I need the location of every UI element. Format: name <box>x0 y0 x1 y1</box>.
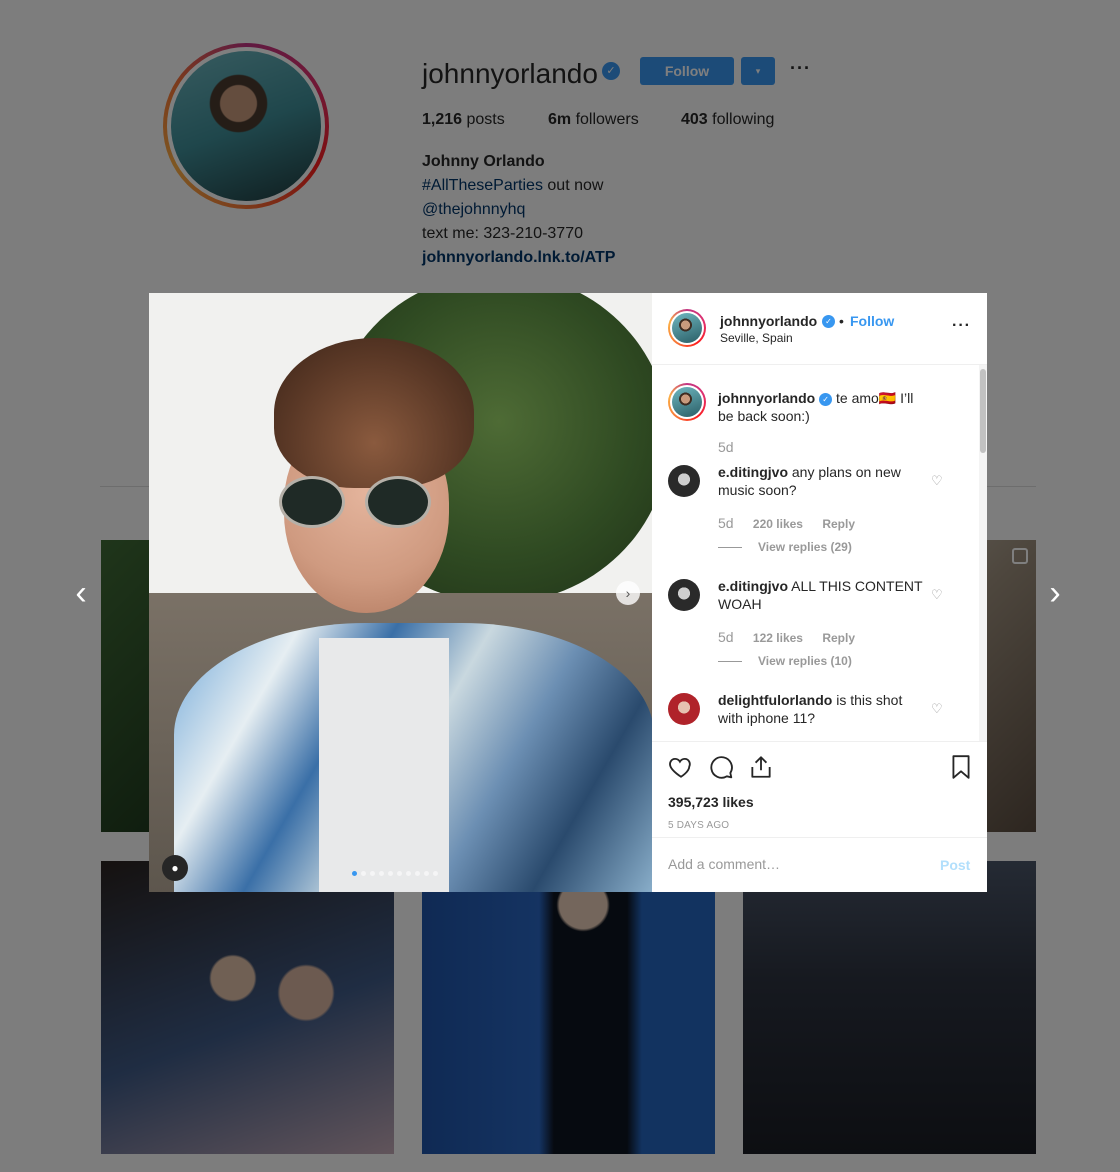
like-heart-icon[interactable] <box>668 754 694 780</box>
tagged-user-icon[interactable]: ● <box>162 855 188 881</box>
comment-meta: 5d 122 likes Reply <box>718 629 855 645</box>
reply-button[interactable]: Reply <box>822 517 855 531</box>
next-post-arrow-icon[interactable]: › <box>1040 576 1070 610</box>
carousel-dot <box>397 871 402 876</box>
commenter-avatar[interactable] <box>668 465 700 497</box>
commenter-avatar[interactable] <box>668 579 700 611</box>
separator-bullet: • <box>839 313 844 329</box>
carousel-dot <box>370 871 375 876</box>
verified-badge-icon: ✓ <box>819 392 833 406</box>
commenter-username[interactable]: e.ditingjvo <box>718 578 788 594</box>
post-comment-button[interactable]: Post <box>940 857 970 873</box>
post-actions: 395,723 likes 5 DAYS AGO <box>652 741 987 837</box>
commenter-username[interactable]: delightfulorlando <box>718 692 832 708</box>
comment-text: e.ditingjvo any plans on new music soon? <box>718 464 901 498</box>
reply-button[interactable]: Reply <box>822 631 855 645</box>
caption-username[interactable]: johnnyorlando <box>718 390 815 406</box>
caption-text: johnnyorlando ✓ te amo🇪🇸 I’ll be back so… <box>718 390 914 424</box>
share-icon[interactable] <box>748 754 774 780</box>
comment-text: delightfulorlando is this shot with ipho… <box>718 692 903 726</box>
carousel-dot <box>379 871 384 876</box>
comment-likes[interactable]: 220 likes <box>753 517 803 531</box>
comments-list: johnnyorlando ✓ te amo🇪🇸 I’ll be back so… <box>652 365 987 741</box>
previous-post-arrow-icon[interactable]: ‹ <box>66 576 96 610</box>
carousel-dot <box>433 871 438 876</box>
post-location[interactable]: Seville, Spain <box>720 331 793 345</box>
post-image[interactable]: › ● <box>149 293 652 892</box>
add-comment-input[interactable] <box>668 856 908 872</box>
comment-bubble-icon[interactable] <box>708 754 734 780</box>
like-comment-heart-icon[interactable]: ♡ <box>931 587 943 603</box>
carousel-indicator <box>352 871 438 876</box>
add-comment-bar: Post <box>652 837 987 892</box>
caption-meta: 5d <box>718 439 734 455</box>
carousel-dot <box>361 871 366 876</box>
commenter-avatar[interactable] <box>668 383 706 421</box>
post-modal: › ● johnnyorlando ✓ • Follow Seville, Sp… <box>149 293 987 892</box>
likes-count[interactable]: 395,723 likes <box>668 794 754 810</box>
comment-meta: 5d 220 likes Reply <box>718 515 855 531</box>
verified-badge-icon: ✓ <box>822 315 835 328</box>
post-timestamp: 5 DAYS AGO <box>668 820 730 831</box>
author-avatar[interactable] <box>668 309 706 347</box>
carousel-dot <box>352 871 357 876</box>
view-replies-button[interactable]: View replies (29) <box>718 540 852 554</box>
more-options-icon[interactable]: ··· <box>952 317 971 335</box>
comments-scrollbar-thumb[interactable] <box>980 369 986 453</box>
author-username[interactable]: johnnyorlando <box>720 313 817 329</box>
header-follow-button[interactable]: Follow <box>850 313 894 329</box>
like-comment-heart-icon[interactable]: ♡ <box>931 473 943 489</box>
view-replies-button[interactable]: View replies (10) <box>718 654 852 668</box>
like-comment-heart-icon[interactable]: ♡ <box>931 701 943 717</box>
post-header: johnnyorlando ✓ • Follow Seville, Spain … <box>652 293 987 365</box>
comment-text: e.ditingjvo ALL THIS CONTENT WOAH <box>718 578 923 612</box>
carousel-next-icon[interactable]: › <box>616 581 640 605</box>
post-sidebar: johnnyorlando ✓ • Follow Seville, Spain … <box>652 293 987 892</box>
commenter-avatar[interactable] <box>668 693 700 725</box>
comment-likes[interactable]: 122 likes <box>753 631 803 645</box>
commenter-username[interactable]: e.ditingjvo <box>718 464 788 480</box>
carousel-dot <box>415 871 420 876</box>
carousel-dot <box>424 871 429 876</box>
carousel-dot <box>406 871 411 876</box>
carousel-dot <box>388 871 393 876</box>
bookmark-icon[interactable] <box>948 754 974 780</box>
